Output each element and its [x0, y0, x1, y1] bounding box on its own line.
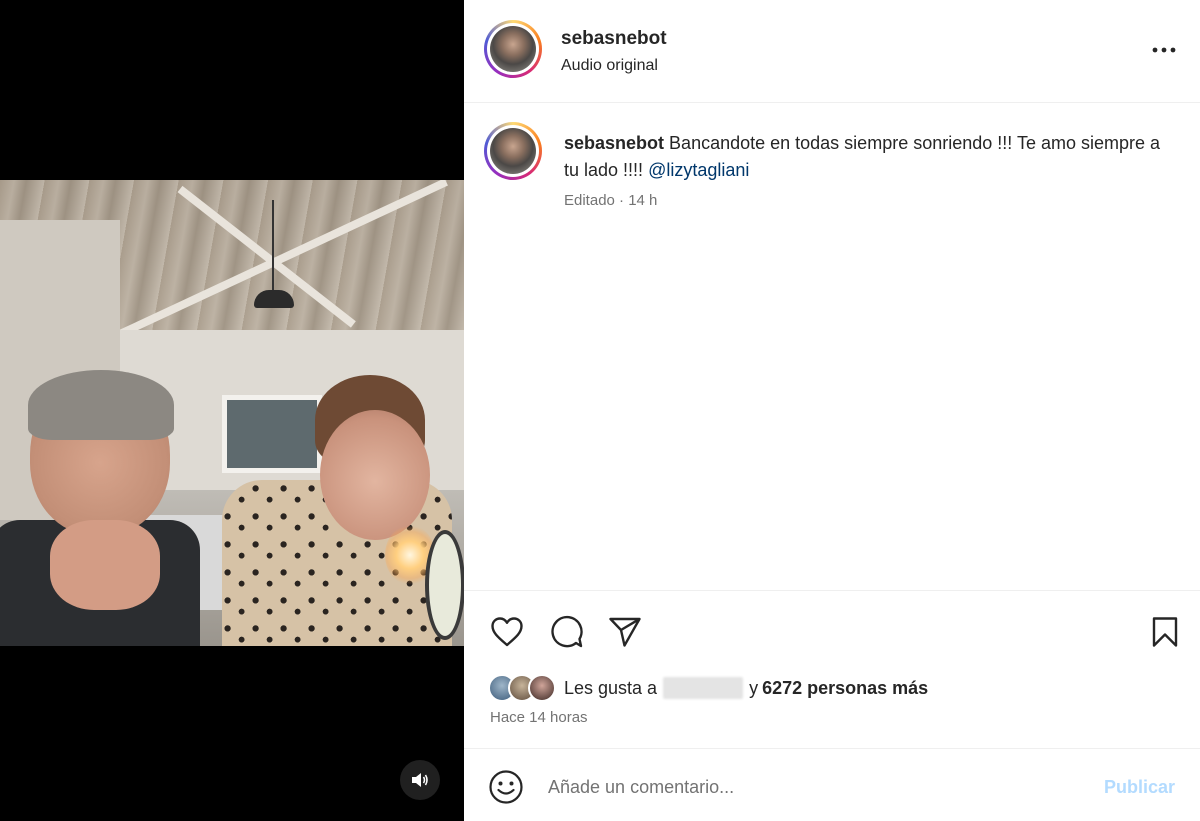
video-window — [222, 395, 322, 473]
caption-username[interactable]: sebasnebot — [564, 133, 664, 153]
save-button[interactable] — [1148, 613, 1182, 651]
more-dots-icon — [1152, 47, 1176, 53]
author-username[interactable]: sebasnebot — [561, 28, 667, 50]
avatar-photo — [490, 26, 536, 72]
post-details-pane: sebasnebot Audio original sebasnebot Ban… — [464, 0, 1200, 821]
share-button[interactable] — [606, 613, 644, 651]
comment-icon — [551, 615, 583, 648]
post-header: sebasnebot Audio original — [464, 0, 1200, 103]
video-mirror — [425, 530, 464, 640]
video-person-left-hand — [50, 520, 160, 610]
share-icon — [609, 617, 641, 647]
likes-prefix: Les gusta a — [564, 677, 658, 698]
avatar-border — [487, 125, 539, 177]
likes-summary: Les gusta a y 6272 personas más — [488, 673, 928, 703]
video-lamp-cord — [272, 200, 274, 295]
emoji-button[interactable] — [488, 769, 524, 805]
video-lamp — [254, 290, 294, 308]
post-timestamp[interactable]: Hace 14 horas — [490, 709, 588, 726]
caption-section: sebasnebot Bancandote en todas siempre s… — [464, 104, 1200, 590]
video-pane[interactable] — [0, 0, 464, 821]
liker-avatar[interactable] — [528, 674, 556, 702]
likes-count[interactable]: 6272 personas más — [762, 678, 928, 699]
comment-input[interactable] — [548, 771, 1068, 803]
caption-text: sebasnebot Bancandote en todas siempre s… — [564, 130, 1174, 184]
caption-mention-link[interactable]: @lizytagliani — [648, 160, 749, 180]
post-actions: Les gusta a y 6272 personas más Hace 14 … — [464, 590, 1200, 748]
likes-text[interactable]: Les gusta a y 6272 personas más — [564, 677, 928, 699]
caption-avatar[interactable] — [484, 122, 542, 180]
comment-button[interactable] — [548, 613, 586, 651]
speaker-icon — [412, 773, 428, 787]
redacted-username — [663, 677, 744, 699]
comment-bar: Publicar — [464, 748, 1200, 821]
audio-link[interactable]: Audio original — [561, 57, 658, 75]
like-button[interactable] — [488, 613, 526, 651]
sound-toggle-button[interactable] — [400, 760, 440, 800]
caption-meta: Editado · 14 h — [564, 192, 658, 209]
post-video[interactable] — [0, 180, 464, 646]
emoji-icon — [489, 770, 523, 804]
bookmark-icon — [1152, 617, 1178, 647]
avatar-border — [487, 23, 539, 75]
publish-button[interactable]: Publicar — [1104, 777, 1175, 798]
likes-connector: y — [749, 677, 759, 698]
video-person-left-hair — [28, 370, 174, 440]
more-options-button[interactable] — [1148, 36, 1180, 64]
heart-icon — [491, 617, 523, 647]
avatar-photo — [490, 128, 536, 174]
video-person-right-head — [320, 410, 430, 540]
author-avatar[interactable] — [484, 20, 542, 78]
